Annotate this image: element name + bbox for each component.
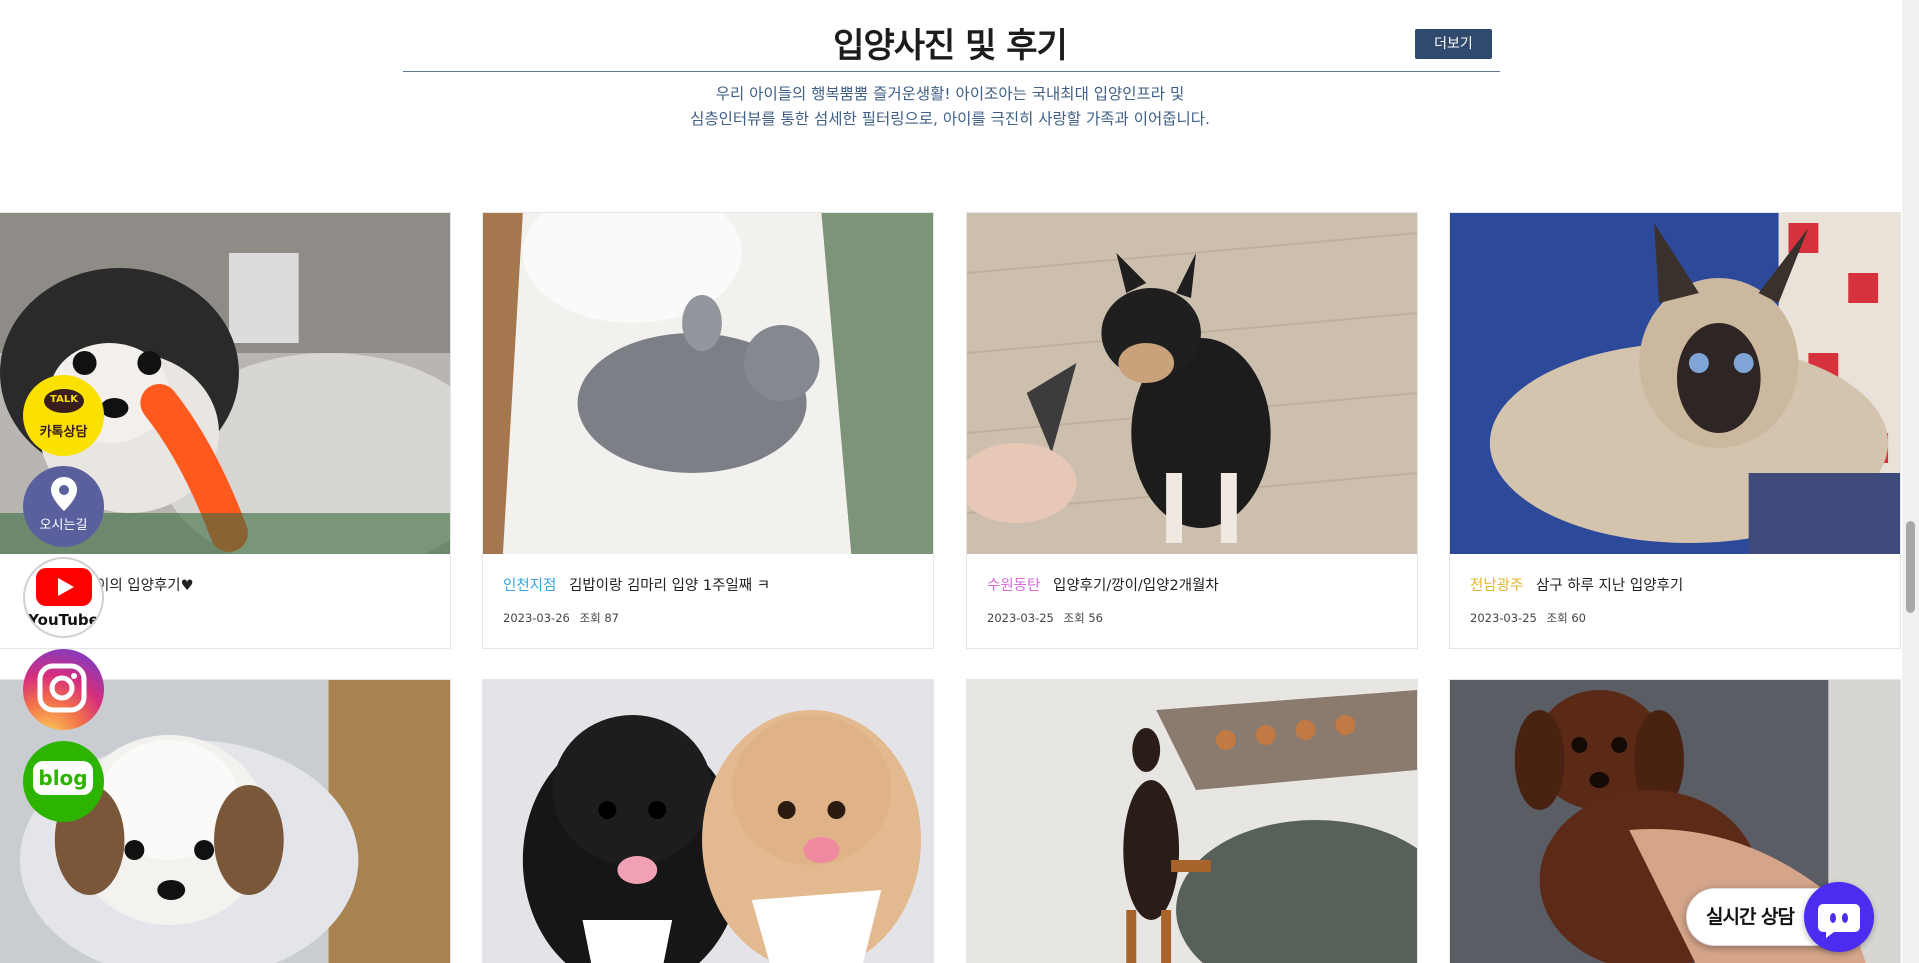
review-title-row: 인천지점 김밥이랑 김마리 입양 1주일째 ㅋ [503,574,770,595]
kakao-talk-icon: TALK [44,389,84,413]
instagram-button[interactable] [23,649,104,730]
directions-button[interactable]: 오시는길 [23,466,104,547]
review-meta: 2023-03-26 조회 87 [503,610,619,626]
blog-button[interactable]: blog [23,741,104,822]
review-title-row: 수원동탄 입양후기/깡이/입양2개월차 [987,574,1219,595]
kakao-badge: TALK [50,394,78,405]
live-chat-button[interactable]: 실시간 상담 [1686,882,1876,952]
review-branch: 전남광주 [1470,578,1524,594]
chat-bot-icon [1804,882,1874,952]
review-title: 김밥이랑 김마리 입양 1주일째 ㅋ [568,578,771,594]
review-caption: 수원동탄 입양후기/깡이/입양2개월차 2023-03-25 조회 56 [967,554,1417,648]
review-meta: 2023-03-25 조회 56 [987,610,1103,626]
review-branch: 인천지점 [503,578,557,594]
review-card[interactable]: 수원동탄 입양후기/깡이/입양2개월차 2023-03-25 조회 56 [966,212,1418,649]
section-title: 입양사진 및 후기 [833,26,1068,66]
review-views: 조회 60 [1546,611,1586,625]
review-title: 삼구 하루 지난 입양후기 [1535,578,1684,594]
instagram-icon [37,663,87,713]
review-photo [967,213,1417,554]
review-caption: 전남광주 삼구 하루 지난 입양후기 2023-03-25 조회 60 [1450,554,1900,648]
live-chat-label: 실시간 상담 [1706,906,1795,928]
page-scrollbar[interactable] [1902,0,1919,963]
review-card[interactable]: 전남광주 삼구 하루 지난 입양후기 2023-03-25 조회 60 [1449,212,1901,649]
section-description: 우리 아이들의 행복뿜뿜 즐거운생활! 아이조아는 국내최대 입양인프라 및 심… [0,82,1900,132]
description-line-2: 심층인터뷰를 통한 섬세한 필터링으로, 아이를 극진히 사랑할 가족과 이어줍… [690,110,1210,128]
review-photo [483,213,933,554]
blog-icon: blog [33,761,93,795]
review-views: 조회 87 [579,611,619,625]
more-button[interactable]: 더보기 [1415,29,1492,59]
review-branch: 수원동탄 [987,578,1041,594]
review-date: 2023-03-25 [987,611,1054,625]
kakao-talk-label: 카톡상담 [39,425,88,440]
kakao-talk-button[interactable]: TALK 카톡상담 [23,375,104,456]
review-views: 조회 56 [1063,611,1103,625]
youtube-button[interactable]: YouTube [23,557,104,638]
review-title-row: 전남광주 삼구 하루 지난 입양후기 [1470,574,1683,595]
scrollbar-thumb[interactable] [1906,521,1915,613]
review-title: 입양후기/깡이/입양2개월차 [1052,578,1219,594]
location-pin-icon [51,477,77,511]
adoption-review-page: 입양사진 및 후기 더보기 우리 아이들의 행복뿜뿜 즐거운생활! 아이조아는 … [0,0,1919,963]
review-photo [1450,213,1900,554]
youtube-icon [36,568,92,606]
review-date: 2023-03-26 [503,611,570,625]
review-photo [483,680,933,963]
blog-label: blog [38,766,88,790]
review-card[interactable] [482,679,934,963]
review-meta: 2023-03-25 조회 60 [1470,610,1586,626]
review-photo [967,680,1417,963]
title-divider [403,71,1500,72]
review-date: 2023-03-25 [1470,611,1537,625]
review-card[interactable]: 인천지점 김밥이랑 김마리 입양 1주일째 ㅋ 2023-03-26 조회 87 [482,212,934,649]
review-caption: 인천지점 김밥이랑 김마리 입양 1주일째 ㅋ 2023-03-26 조회 87 [483,554,933,648]
directions-label: 오시는길 [39,518,88,533]
review-title: 이의 입양후기♥ [96,578,194,594]
description-line-1: 우리 아이들의 행복뿜뿜 즐거운생활! 아이조아는 국내최대 입양인프라 및 [715,85,1185,103]
youtube-label: YouTube [28,611,99,629]
review-card[interactable] [966,679,1418,963]
